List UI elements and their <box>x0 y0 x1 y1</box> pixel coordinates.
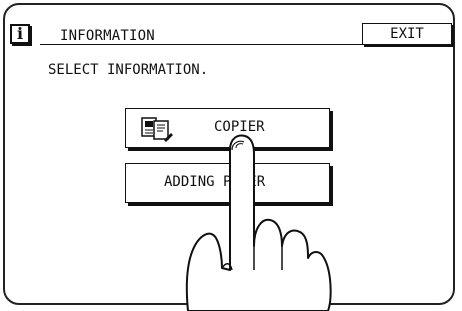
header-divider <box>40 44 362 45</box>
copier-label: COPIER <box>214 119 265 135</box>
exit-button[interactable]: EXIT <box>362 23 452 45</box>
instruction-text: SELECT INFORMATION. <box>48 62 209 78</box>
adding-paper-label: ADDING PAPER <box>164 174 266 190</box>
adding-paper-button[interactable]: ADDING PAPER <box>125 163 330 203</box>
info-icon-glyph: i <box>16 24 24 43</box>
screen-title: INFORMATION <box>60 28 155 44</box>
info-icon: i <box>10 24 30 44</box>
touch-panel-frame <box>3 3 455 305</box>
copier-icon <box>141 117 173 142</box>
copier-button[interactable]: COPIER <box>125 108 330 148</box>
